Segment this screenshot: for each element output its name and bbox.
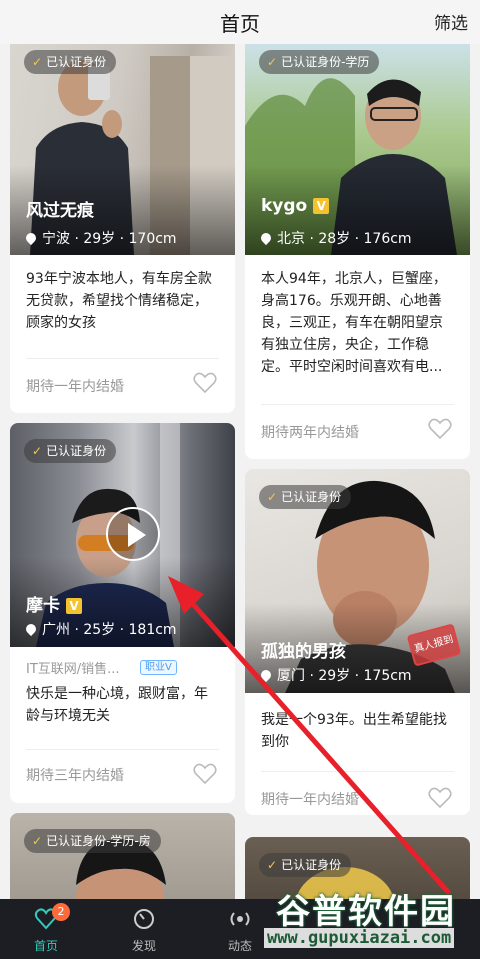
heart-icon[interactable] <box>193 763 217 785</box>
profile-card[interactable]: ✓ 已认证身份 真人报到 孤独的男孩 厦门 · 29岁 · 175cm 我是一个9… <box>245 469 470 815</box>
verified-badge: ✓ 已认证身份-学历-房 <box>24 829 161 853</box>
profile-card[interactable]: ✓ 已认证身份-学历-房 <box>10 813 235 899</box>
marriage-goal: 期待两年内结婚 <box>261 425 359 441</box>
profile-name: 风过无痕 <box>26 201 94 221</box>
verified-v-icon: V <box>313 198 330 214</box>
check-icon: ✓ <box>267 490 278 504</box>
tab-home-label: 首页 <box>33 939 58 953</box>
check-icon: ✓ <box>32 55 43 69</box>
profile-meta: 厦门 · 29岁 · 175cm <box>258 665 412 685</box>
profile-name-text: 摩卡 <box>26 596 60 616</box>
location-pin-icon <box>258 230 274 246</box>
profile-photo[interactable]: ✓ 已认证身份 风过无痕 宁波 · 29岁 · 170cm <box>10 44 235 255</box>
verified-label: 已认证身份 <box>281 858 342 872</box>
tab-moments-label: 动态 <box>227 939 252 953</box>
marriage-goal: 期待三年内结婚 <box>26 768 124 784</box>
location-pin-icon <box>23 621 39 637</box>
profile-card[interactable]: ✓ 已认证身份-学历 kygo V 北京 · 28岁 · 176cm 本人94年，北… <box>245 44 470 459</box>
tab-home[interactable]: 2 首页 <box>16 899 76 959</box>
profile-card[interactable]: ✓ 已认证身份 风过无痕 宁波 · 29岁 · 170cm 93年宁波本地人，有车… <box>10 44 235 413</box>
heart-icon[interactable] <box>428 787 452 809</box>
divider <box>261 404 454 405</box>
profile-meta: 广州 · 25岁 · 181cm <box>23 619 177 639</box>
divider <box>26 749 219 750</box>
watermark-url: www.gupuxiazai.com <box>264 928 455 948</box>
profile-location: 厦门 · 29岁 · 175cm <box>277 668 412 684</box>
site-watermark: 谷普软件园 www.gupuxiazai.com <box>262 884 476 954</box>
marriage-goal: 期待一年内结婚 <box>261 792 359 808</box>
profile-feed[interactable]: ✓ 已认证身份 风过无痕 宁波 · 29岁 · 170cm 93年宁波本地人，有车… <box>0 44 480 899</box>
profile-name: 孤独的男孩 <box>261 642 346 662</box>
profile-name-text: kygo <box>261 196 308 216</box>
tab-moments[interactable]: 动态 <box>210 899 270 959</box>
check-icon: ✓ <box>32 444 43 458</box>
tab-discover[interactable]: 发现 <box>114 899 174 959</box>
profile-meta: 北京 · 28岁 · 176cm <box>258 228 412 248</box>
profile-description: 本人94年，北京人，巨蟹座，身高176。乐观开朗、心地善良，三观正，有车在朝阳望… <box>261 271 447 375</box>
check-icon: ✓ <box>267 55 278 69</box>
profile-card[interactable]: ✓ 已认证身份 摩卡 V 广州 · 25岁 · 181cm IT互联网/销售... … <box>10 423 235 803</box>
filter-button[interactable]: 筛选 <box>434 9 468 34</box>
marriage-goal: 期待一年内结婚 <box>26 379 124 395</box>
verified-label: 已认证身份 <box>281 490 342 504</box>
profile-location: 广州 · 25岁 · 181cm <box>42 622 177 638</box>
profile-description: 我是一个93年。出生希望能找到你 <box>261 712 447 750</box>
verified-badge: ✓ 已认证身份 <box>24 439 117 463</box>
person-figure <box>76 839 166 899</box>
verified-badge: ✓ 已认证身份-学历 <box>259 50 380 74</box>
tab-discover-label: 发现 <box>131 939 156 953</box>
compass-icon <box>134 909 154 929</box>
divider <box>26 358 219 359</box>
profile-occupation: IT互联网/销售... <box>26 662 120 677</box>
watermark-text: 谷普软件园 <box>276 892 456 932</box>
profile-photo[interactable]: ✓ 已认证身份-学历-房 <box>10 813 235 899</box>
location-pin-icon <box>258 667 274 683</box>
profile-photo[interactable]: ✓ 已认证身份 真人报到 孤独的男孩 厦门 · 29岁 · 175cm <box>245 469 470 693</box>
profile-description: 93年宁波本地人，有车房全款无贷款，希望找个情绪稳定，顾家的女孩 <box>26 271 212 331</box>
check-icon: ✓ <box>32 834 43 848</box>
verified-label: 已认证身份 <box>46 55 107 69</box>
heart-icon[interactable] <box>428 418 452 440</box>
profile-meta: 宁波 · 29岁 · 170cm <box>23 228 177 248</box>
profile-location: 宁波 · 29岁 · 170cm <box>42 231 177 247</box>
profile-photo[interactable]: ✓ 已认证身份-学历 kygo V 北京 · 28岁 · 176cm <box>245 44 470 255</box>
verified-badge: ✓ 已认证身份 <box>24 50 117 74</box>
page-title: 首页 <box>220 12 260 36</box>
verified-badge: ✓ 已认证身份 <box>259 853 352 877</box>
location-pin-icon <box>23 230 39 246</box>
heart-icon[interactable] <box>193 372 217 394</box>
profile-name: 摩卡 V <box>26 591 82 616</box>
verified-label: 已认证身份-学历 <box>281 55 370 69</box>
verified-label: 已认证身份 <box>46 444 107 458</box>
top-header: 首页 筛选 <box>0 0 480 44</box>
profile-description: 快乐是一种心境，跟财富，年龄与环境无关 <box>26 686 208 724</box>
profile-location: 北京 · 28岁 · 176cm <box>277 231 412 247</box>
verified-v-icon: V <box>66 598 82 614</box>
home-notification-badge: 2 <box>52 903 70 921</box>
profile-name: kygo V <box>261 196 330 216</box>
verified-label: 已认证身份-学历-房 <box>46 834 151 848</box>
broadcast-icon <box>230 912 250 926</box>
check-icon: ✓ <box>267 858 278 872</box>
verified-badge: ✓ 已认证身份 <box>259 485 352 509</box>
divider <box>261 771 454 772</box>
occupation-verified-tag: 职业V <box>140 660 177 675</box>
profile-photo[interactable]: ✓ 已认证身份 摩卡 V 广州 · 25岁 · 181cm <box>10 423 235 647</box>
play-video-button[interactable] <box>106 507 160 561</box>
